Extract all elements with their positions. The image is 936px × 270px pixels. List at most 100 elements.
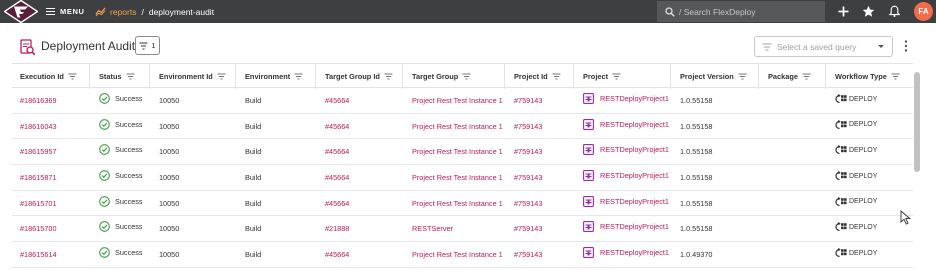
table-row[interactable]: #18615701 Success 10050 Build #45664 Project … — [12, 191, 913, 217]
column-filter-icon[interactable] — [294, 73, 303, 80]
star-icon[interactable] — [862, 5, 875, 18]
menu-button[interactable]: MENU — [46, 0, 84, 23]
cell-target-group-id[interactable]: #45664 — [325, 199, 349, 208]
cell-project-id[interactable]: #759143 — [514, 173, 542, 182]
cell-project[interactable]: RESTDeployProject1 — [583, 247, 669, 259]
project-link[interactable]: RESTDeployProject1 — [600, 120, 669, 129]
vertical-scrollbar[interactable] — [914, 72, 920, 172]
cell-target-group-id[interactable]: #45664 — [325, 250, 349, 259]
column-resize-handle[interactable] — [504, 64, 505, 89]
project-link[interactable]: RESTDeployProject1 — [600, 248, 669, 257]
column-header-environment-id[interactable]: Environment Id — [159, 72, 226, 81]
column-header-workflow-type[interactable]: Workflow Type — [835, 72, 900, 81]
column-filter-icon[interactable] — [802, 73, 811, 80]
cell-target-group[interactable]: Project Rest Test Instance 1 — [412, 96, 503, 105]
table-row[interactable]: #18615871 Success 10050 Build #45664 Project … — [12, 165, 913, 191]
cell-target-group[interactable]: Project Rest Test Instance 1 — [412, 122, 503, 131]
table-row[interactable]: #18615614 Success 10050 Build #45664 Project … — [12, 242, 913, 268]
column-filter-icon[interactable] — [68, 73, 77, 80]
column-header-target-group-id[interactable]: Target Group Id — [325, 72, 393, 81]
cell-project-id[interactable]: #759143 — [514, 224, 542, 233]
table-row[interactable]: #18615957 Success 10050 Build #45664 Project … — [12, 139, 913, 166]
cell-project-id[interactable]: #759143 — [514, 199, 542, 208]
cell-project[interactable]: RESTDeployProject1 — [583, 93, 669, 104]
column-header-project[interactable]: Project — [583, 72, 621, 81]
table-row[interactable]: #18616043 Success 10050 Build #45664 Project … — [12, 114, 913, 140]
column-filter-icon[interactable] — [217, 73, 226, 80]
cell-execution-id[interactable]: #18615871 — [20, 173, 57, 182]
cell-execution-id[interactable]: #18615701 — [20, 199, 57, 208]
cell-project-id[interactable]: #759143 — [514, 250, 542, 259]
cell-project-id[interactable]: #759143 — [514, 147, 542, 156]
cell-project-id[interactable]: #759143 — [514, 96, 542, 105]
column-resize-handle[interactable] — [315, 64, 316, 89]
column-resize-handle[interactable] — [573, 64, 574, 89]
column-filter-icon[interactable] — [612, 73, 621, 80]
user-avatar[interactable]: FA — [914, 2, 933, 21]
search-input[interactable]: / Search FlexDeploy — [657, 1, 825, 22]
cell-project[interactable]: RESTDeployProject1 — [583, 195, 669, 207]
plus-icon[interactable] — [837, 5, 850, 18]
breadcrumb-reports-link[interactable]: reports — [110, 7, 136, 17]
more-options-icon[interactable] — [904, 40, 908, 52]
column-resize-handle[interactable] — [402, 64, 403, 89]
cell-project[interactable]: RESTDeployProject1 — [583, 118, 669, 130]
cell-project-version: 1.0.55158 — [680, 121, 713, 131]
cell-target-group-id[interactable]: #21888 — [325, 224, 349, 233]
cell-environment: Build — [245, 198, 262, 208]
cell-project[interactable]: RESTDeployProject1 — [583, 144, 669, 156]
cell-target-group-id[interactable]: #45664 — [325, 122, 349, 131]
column-resize-handle[interactable] — [235, 64, 236, 89]
flexdeploy-logo[interactable] — [4, 0, 38, 23]
cell-target-group-id[interactable]: #45664 — [325, 147, 349, 156]
cell-execution-id[interactable]: #18616369 — [20, 96, 57, 105]
breadcrumb-separator: / — [141, 6, 144, 17]
cell-project[interactable]: RESTDeployProject1 — [583, 170, 669, 182]
cell-execution-id[interactable]: #18615957 — [20, 147, 57, 156]
column-header-environment[interactable]: Environment — [245, 72, 303, 81]
column-filter-icon[interactable] — [552, 73, 561, 80]
column-resize-handle[interactable] — [825, 64, 826, 89]
cell-target-group-id[interactable]: #45664 — [325, 96, 349, 105]
column-header-status[interactable]: Status — [99, 72, 135, 81]
column-filter-icon[interactable] — [891, 73, 900, 80]
column-header-project-id[interactable]: Project Id — [514, 72, 561, 81]
project-link[interactable]: RESTDeployProject1 — [600, 197, 669, 206]
cell-project-id[interactable]: #759143 — [514, 122, 542, 131]
table-row[interactable]: #18615700 Success 10050 Build #21888 RESTServ… — [12, 216, 913, 243]
cell-target-group-id[interactable]: #45664 — [325, 173, 349, 182]
cell-project[interactable]: RESTDeployProject1 — [583, 221, 669, 233]
cell-target-group[interactable]: Project Rest Test Instance 1 — [412, 147, 503, 156]
column-filter-icon[interactable] — [462, 73, 471, 80]
column-header-package[interactable]: Package — [768, 72, 811, 81]
bell-icon[interactable] — [888, 5, 901, 18]
column-resize-handle[interactable] — [149, 64, 150, 89]
column-resize-handle[interactable] — [758, 64, 759, 89]
column-resize-handle[interactable] — [670, 64, 671, 89]
project-link[interactable]: RESTDeployProject1 — [600, 94, 669, 103]
search-icon — [665, 6, 675, 17]
cell-target-group[interactable]: Project Rest Test Instance 1 — [412, 173, 503, 182]
cell-execution-id[interactable]: #18615614 — [20, 250, 57, 259]
check-circle-icon — [99, 118, 110, 130]
column-filter-icon[interactable] — [738, 73, 747, 80]
column-filter-icon[interactable] — [126, 73, 135, 80]
table-row[interactable]: #18616369 Success 10050 Build #45664 Project … — [12, 88, 913, 114]
cell-target-group[interactable]: RESTServer — [412, 224, 453, 233]
cell-execution-id[interactable]: #18615700 — [20, 224, 57, 233]
column-filter-icon[interactable] — [384, 73, 393, 80]
project-link[interactable]: RESTDeployProject1 — [600, 171, 669, 180]
project-link[interactable]: RESTDeployProject1 — [600, 145, 669, 154]
hamburger-icon — [46, 8, 55, 15]
saved-query-select[interactable]: Select a saved query — [754, 36, 893, 57]
column-header-execution-id[interactable]: Execution Id — [20, 72, 77, 81]
project-link[interactable]: RESTDeployProject1 — [600, 222, 669, 231]
deploy-workflow-icon — [835, 119, 847, 129]
column-header-target-group[interactable]: Target Group — [412, 72, 471, 81]
cell-target-group[interactable]: Project Rest Test Instance 1 — [412, 199, 503, 208]
column-resize-handle[interactable] — [89, 64, 90, 89]
column-header-project-version[interactable]: Project Version — [680, 72, 747, 81]
cell-target-group[interactable]: Project Rest Test Instance 1 — [412, 250, 503, 259]
cell-execution-id[interactable]: #18616043 — [20, 122, 57, 131]
filter-button[interactable]: 1 — [135, 36, 160, 55]
